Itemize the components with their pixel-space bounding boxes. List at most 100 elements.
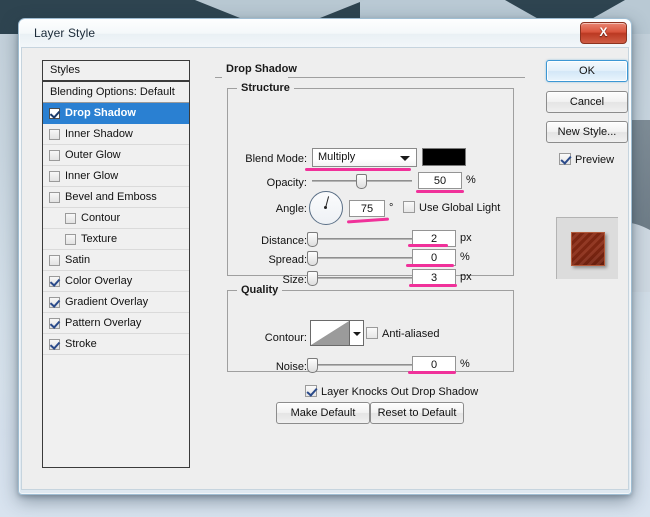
noise-unit: % (460, 358, 470, 370)
styles-item-checkbox[interactable] (49, 129, 60, 140)
styles-item-pattern-overlay[interactable]: Pattern Overlay (43, 313, 189, 334)
distance-slider-track (307, 238, 412, 240)
opacity-unit: % (466, 174, 476, 186)
styles-item-checkbox[interactable] (49, 192, 60, 203)
angle-label: Angle: (232, 203, 307, 215)
styles-item-label: Color Overlay (65, 271, 132, 292)
styles-item-label: Outer Glow (65, 145, 121, 166)
styles-item-checkbox[interactable] (49, 255, 60, 266)
angle-dial[interactable] (309, 191, 343, 225)
size-input[interactable]: 3 (412, 269, 456, 286)
distance-slider[interactable] (307, 231, 412, 247)
styles-item-label: Texture (81, 229, 117, 250)
styles-item-checkbox[interactable] (49, 339, 60, 350)
layer-style-dialog: Layer Style X Styles Blending Options: D… (18, 18, 632, 495)
styles-item-bevel-and-emboss[interactable]: Bevel and Emboss (43, 187, 189, 208)
contour-dropdown-button[interactable] (350, 320, 364, 346)
anti-aliased-checkbox[interactable] (366, 327, 378, 339)
blending-options-label: Blending Options: Default (50, 82, 175, 103)
spread-slider-track (307, 257, 412, 259)
styles-item-drop-shadow[interactable]: Drop Shadow (43, 103, 189, 124)
styles-item-label: Gradient Overlay (65, 292, 148, 313)
blending-options-row[interactable]: Blending Options: Default (43, 82, 189, 103)
styles-item-label: Inner Shadow (65, 124, 133, 145)
angle-input[interactable]: 75 (349, 200, 385, 217)
contour-label: Contour: (232, 332, 307, 344)
styles-item-checkbox[interactable] (49, 108, 60, 119)
styles-item-checkbox[interactable] (49, 318, 60, 329)
opacity-input[interactable]: 50 (418, 172, 462, 189)
size-slider[interactable] (307, 270, 412, 286)
noise-slider-track (307, 364, 412, 366)
close-icon[interactable]: X (580, 22, 627, 44)
styles-list-header[interactable]: Styles (43, 61, 189, 82)
group-rule-right (288, 77, 525, 78)
styles-item-checkbox[interactable] (49, 171, 60, 182)
reset-to-default-button[interactable]: Reset to Default (370, 402, 464, 424)
styles-item-label: Pattern Overlay (65, 313, 141, 334)
styles-item-label: Bevel and Emboss (65, 187, 157, 208)
spread-slider[interactable] (307, 250, 412, 266)
preview-label: Preview (575, 154, 614, 166)
blend-mode-value: Multiply (318, 151, 355, 163)
opacity-slider-knob[interactable] (356, 174, 367, 189)
use-global-light-label: Use Global Light (419, 202, 500, 214)
size-slider-track (307, 277, 412, 279)
styles-item-checkbox[interactable] (49, 297, 60, 308)
styles-item-checkbox[interactable] (65, 213, 76, 224)
structure-group-title: Structure (237, 82, 294, 94)
spread-unit: % (460, 251, 470, 263)
opacity-slider[interactable] (312, 173, 412, 189)
size-slider-knob[interactable] (307, 271, 318, 286)
styles-item-satin[interactable]: Satin (43, 250, 189, 271)
distance-input[interactable]: 2 (412, 230, 456, 247)
styles-item-outer-glow[interactable]: Outer Glow (43, 145, 189, 166)
blend-mode-select[interactable]: Multiply (312, 148, 417, 167)
spread-slider-knob[interactable] (307, 251, 318, 266)
styles-item-color-overlay[interactable]: Color Overlay (43, 271, 189, 292)
preview-checkbox[interactable] (559, 153, 571, 165)
styles-item-stroke[interactable]: Stroke (43, 334, 189, 355)
angle-dial-center (324, 206, 327, 209)
distance-slider-knob[interactable] (307, 232, 318, 247)
styles-item-checkbox[interactable] (49, 150, 60, 161)
cancel-button[interactable]: Cancel (546, 91, 628, 113)
use-global-light-checkbox[interactable] (403, 201, 415, 213)
anti-aliased-label: Anti-aliased (382, 328, 439, 340)
spread-label: Spread: (232, 254, 307, 266)
size-unit: px (460, 271, 472, 283)
contour-preset-swatch[interactable] (310, 320, 350, 346)
knocks-out-checkbox[interactable] (305, 385, 317, 397)
noise-slider-knob[interactable] (307, 358, 318, 373)
chevron-down-icon (400, 156, 410, 161)
styles-list-panel: Styles Blending Options: Default Drop Sh… (42, 60, 190, 468)
styles-item-texture[interactable]: Texture (43, 229, 189, 250)
spread-input[interactable]: 0 (412, 249, 456, 266)
noise-slider[interactable] (307, 357, 412, 373)
blend-mode-label: Blend Mode: (232, 153, 307, 165)
styles-item-label: Contour (81, 208, 120, 229)
noise-label: Noise: (232, 361, 307, 373)
make-default-button[interactable]: Make Default (276, 402, 370, 424)
group-rule-left (215, 77, 222, 78)
new-style-button[interactable]: New Style... (546, 121, 628, 143)
styles-item-gradient-overlay[interactable]: Gradient Overlay (43, 292, 189, 313)
distance-label: Distance: (232, 235, 307, 247)
noise-input[interactable]: 0 (412, 356, 456, 373)
page-title: Layer Style (34, 26, 95, 40)
shadow-color-swatch[interactable] (422, 148, 466, 166)
knocks-out-label: Layer Knocks Out Drop Shadow (321, 386, 478, 398)
contour-curve-icon (311, 321, 349, 345)
desktop-background: Layer Style X Styles Blending Options: D… (0, 0, 650, 517)
styles-item-inner-glow[interactable]: Inner Glow (43, 166, 189, 187)
styles-item-checkbox[interactable] (49, 276, 60, 287)
dialog-client-area: Styles Blending Options: Default Drop Sh… (21, 47, 629, 490)
ok-button[interactable]: OK (546, 60, 628, 82)
styles-item-contour[interactable]: Contour (43, 208, 189, 229)
quality-group-title: Quality (237, 284, 282, 296)
styles-item-checkbox[interactable] (65, 234, 76, 245)
dialog-titlebar[interactable]: Layer Style X (20, 20, 630, 48)
drop-shadow-group-title: Drop Shadow (222, 63, 301, 75)
styles-item-inner-shadow[interactable]: Inner Shadow (43, 124, 189, 145)
preview-thumbnail-box (556, 217, 618, 279)
